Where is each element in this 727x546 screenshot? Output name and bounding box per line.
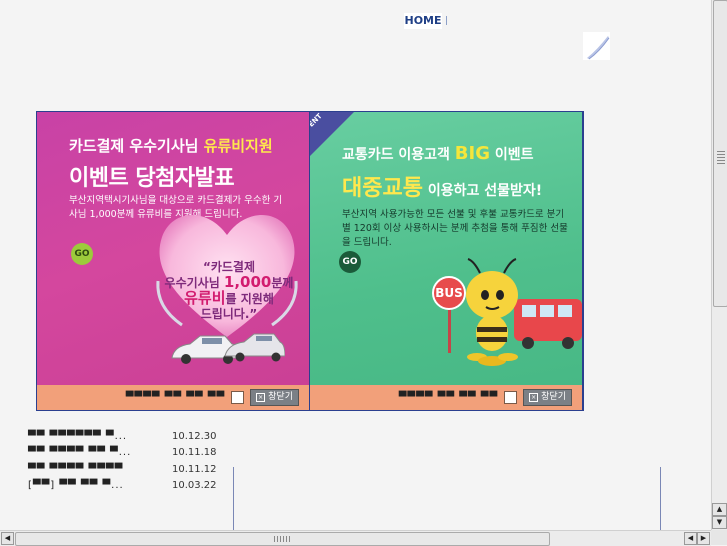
taxi-cars-illustration — [171, 333, 285, 364]
notice-date: 10.03.22 — [172, 480, 217, 492]
horizontal-scrollbar[interactable]: ◀ ◀ ▶ — [0, 530, 711, 546]
close-popup-button[interactable]: × 창닫기 — [250, 389, 299, 406]
fuel-event-go-button[interactable]: GO — [71, 243, 93, 265]
notice-date: 10.12.30 — [172, 430, 217, 442]
column-divider — [233, 467, 234, 530]
notice-title[interactable]: ▀▀ ▀▀▀▀ ▀▀ ▀... — [28, 447, 172, 458]
popup-footer: ▀▀▀▀ ▀▀ ▀▀ ▀▀ × 창닫기 — [37, 385, 309, 410]
column-divider — [660, 467, 661, 530]
event-popups: 카드결제 우수기사님 유류비지원 이벤트 당첨자발표 부산지역택시기사님을 대상… — [36, 111, 584, 411]
svg-text:BUS: BUS — [435, 286, 463, 300]
popup-footer: ▀▀▀▀ ▀▀ ▀▀ ▀▀ × 창닫기 — [310, 385, 582, 410]
transit-card-event-panel[interactable]: EVENT 교통카드 이용고객 BIG 이벤트 대중교통 이용하고 선물받자! … — [310, 112, 582, 410]
scroll-left-button[interactable]: ◀ — [1, 532, 14, 545]
bee-mascot-illustration: BUS — [432, 258, 582, 366]
scrollbar-corner — [711, 530, 727, 545]
scroll-left-button[interactable]: ◀ — [684, 532, 697, 545]
close-icon: × — [529, 393, 539, 402]
arrow-left-icon: ◀ — [687, 534, 694, 542]
fuel-support-event-panel[interactable]: 카드결제 우수기사님 유류비지원 이벤트 당첨자발표 부산지역택시기사님을 대상… — [37, 112, 309, 410]
horizontal-scroll-thumb[interactable] — [15, 532, 550, 546]
arrow-up-icon: ▲ — [716, 505, 723, 513]
scroll-right-button[interactable]: ▶ — [697, 532, 710, 545]
vertical-scrollbar[interactable]: ▲ ▼ — [711, 0, 727, 530]
header-divider — [446, 16, 447, 25]
notice-title[interactable]: ▀▀ ▀▀▀▀▀▀ ▀... — [28, 431, 172, 442]
grip-icon — [274, 536, 290, 542]
scroll-down-button[interactable]: ▼ — [712, 516, 727, 529]
arrow-left-icon: ◀ — [4, 534, 11, 542]
grip-icon — [717, 151, 725, 165]
notice-date: 10.11.18 — [172, 447, 217, 459]
home-link[interactable]: HOME — [404, 13, 442, 29]
dont-show-today-checkbox[interactable] — [504, 391, 518, 404]
transit-event-title-line1: 교통카드 이용고객 BIG 이벤트 — [342, 143, 534, 164]
notice-title[interactable]: ▀▀ ▀▀▀▀ ▀▀▀▀ — [28, 464, 172, 475]
dont-show-today-checkbox[interactable] — [231, 391, 245, 404]
transit-event-title-line2: 대중교통 이용하고 선물받자! — [342, 176, 543, 201]
notice-list: ▀▀ ▀▀▀▀▀▀ ▀... 10.12.30 ▀▀ ▀▀▀▀ ▀▀ ▀... … — [28, 428, 217, 494]
notice-date: 10.11.12 — [172, 463, 217, 475]
vertical-scroll-thumb[interactable] — [713, 0, 727, 307]
transit-event-description: 부산지역 사용가능한 모든 선불 및 후불 교통카드로 분기별 120회 이상 … — [342, 209, 568, 248]
fuel-event-title-line1: 카드결제 우수기사님 유류비지원 — [69, 137, 273, 155]
close-icon: × — [256, 393, 266, 402]
transit-event-go-button[interactable]: GO — [339, 251, 361, 273]
dont-show-today-label: ▀▀▀▀ ▀▀ ▀▀ ▀▀ — [125, 392, 226, 403]
scroll-up-button[interactable]: ▲ — [712, 503, 727, 516]
list-item[interactable]: ▀▀ ▀▀▀▀▀▀ ▀... 10.12.30 — [28, 428, 217, 445]
heart-message: “카드결제 우수기사님 1,000분께 유류비를 지원해 드립니다.” — [164, 260, 294, 321]
dont-show-today-label: ▀▀▀▀ ▀▀ ▀▀ ▀▀ — [398, 392, 499, 403]
broken-image-icon — [583, 32, 610, 60]
close-popup-button[interactable]: × 창닫기 — [523, 389, 572, 406]
notice-title[interactable]: [▀▀] ▀▀ ▀▀ ▀... — [28, 480, 172, 491]
arrow-down-icon: ▼ — [716, 518, 723, 526]
list-item[interactable]: ▀▀ ▀▀▀▀ ▀▀▀▀ 10.11.12 — [28, 461, 217, 478]
list-item[interactable]: [▀▀] ▀▀ ▀▀ ▀... 10.03.22 — [28, 478, 217, 495]
arrow-right-icon: ▶ — [700, 534, 707, 542]
fuel-event-title-line2: 이벤트 당첨자발표 — [69, 166, 235, 191]
list-item[interactable]: ▀▀ ▀▀▀▀ ▀▀ ▀... 10.11.18 — [28, 445, 217, 462]
